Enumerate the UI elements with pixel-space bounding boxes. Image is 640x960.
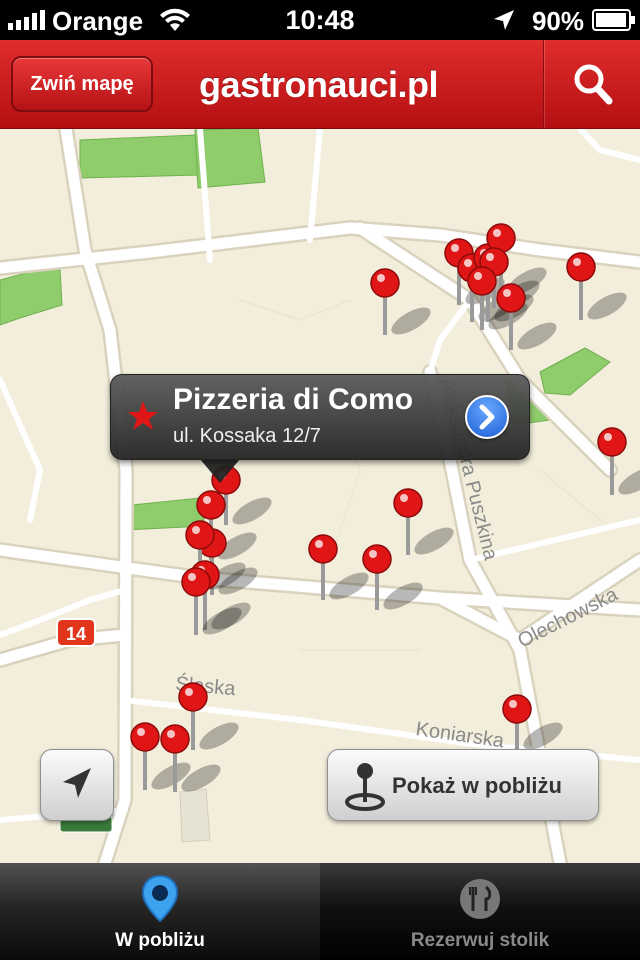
joystick-pin-icon: [345, 763, 385, 811]
tab-nearby[interactable]: W pobliżu: [0, 863, 320, 960]
place-name: Pizzeria di Como: [173, 383, 414, 416]
tab-nearby-label: W pobliżu: [115, 930, 205, 951]
star-icon: [128, 401, 158, 430]
battery-icon: [592, 9, 635, 31]
status-bar: Orange 10:48 90%: [0, 0, 640, 40]
battery-percent: 90%: [531, 6, 584, 36]
details-button[interactable]: [465, 395, 509, 439]
park-area: [179, 788, 211, 843]
location-pin-icon: [141, 874, 179, 923]
cutlery-icon: [460, 879, 500, 919]
route-number: 14: [66, 624, 86, 644]
show-nearby-button[interactable]: Pokaż w pobliżu: [327, 749, 599, 821]
location-arrow-icon: [63, 768, 91, 798]
chevron-right-icon: [479, 404, 495, 430]
location-services-icon: [494, 10, 514, 30]
tab-reserve-table[interactable]: Rezerwuj stolik: [320, 863, 640, 960]
park-area: [79, 134, 201, 179]
nav-bar: Zwiń mapę gastronauci.pl: [0, 40, 640, 129]
locate-me-button[interactable]: [40, 749, 114, 821]
search-icon: [574, 64, 613, 105]
place-callout[interactable]: Pizzeria di Como ul. Kossaka 12/7: [110, 374, 530, 460]
collapse-map-button[interactable]: Zwiń mapę: [11, 56, 153, 112]
app-title: gastronauci.pl: [199, 64, 439, 105]
place-address: ul. Kossaka 12/7: [173, 425, 321, 447]
route-badge: 14: [56, 618, 96, 647]
show-nearby-label: Pokaż w pobliżu: [392, 773, 562, 798]
search-button[interactable]: [543, 40, 640, 128]
tab-bar: W pobliżu Rezerwuj stolik: [0, 863, 640, 960]
callout-tail: [200, 459, 240, 483]
tab-reserve-label: Rezerwuj stolik: [410, 930, 550, 951]
